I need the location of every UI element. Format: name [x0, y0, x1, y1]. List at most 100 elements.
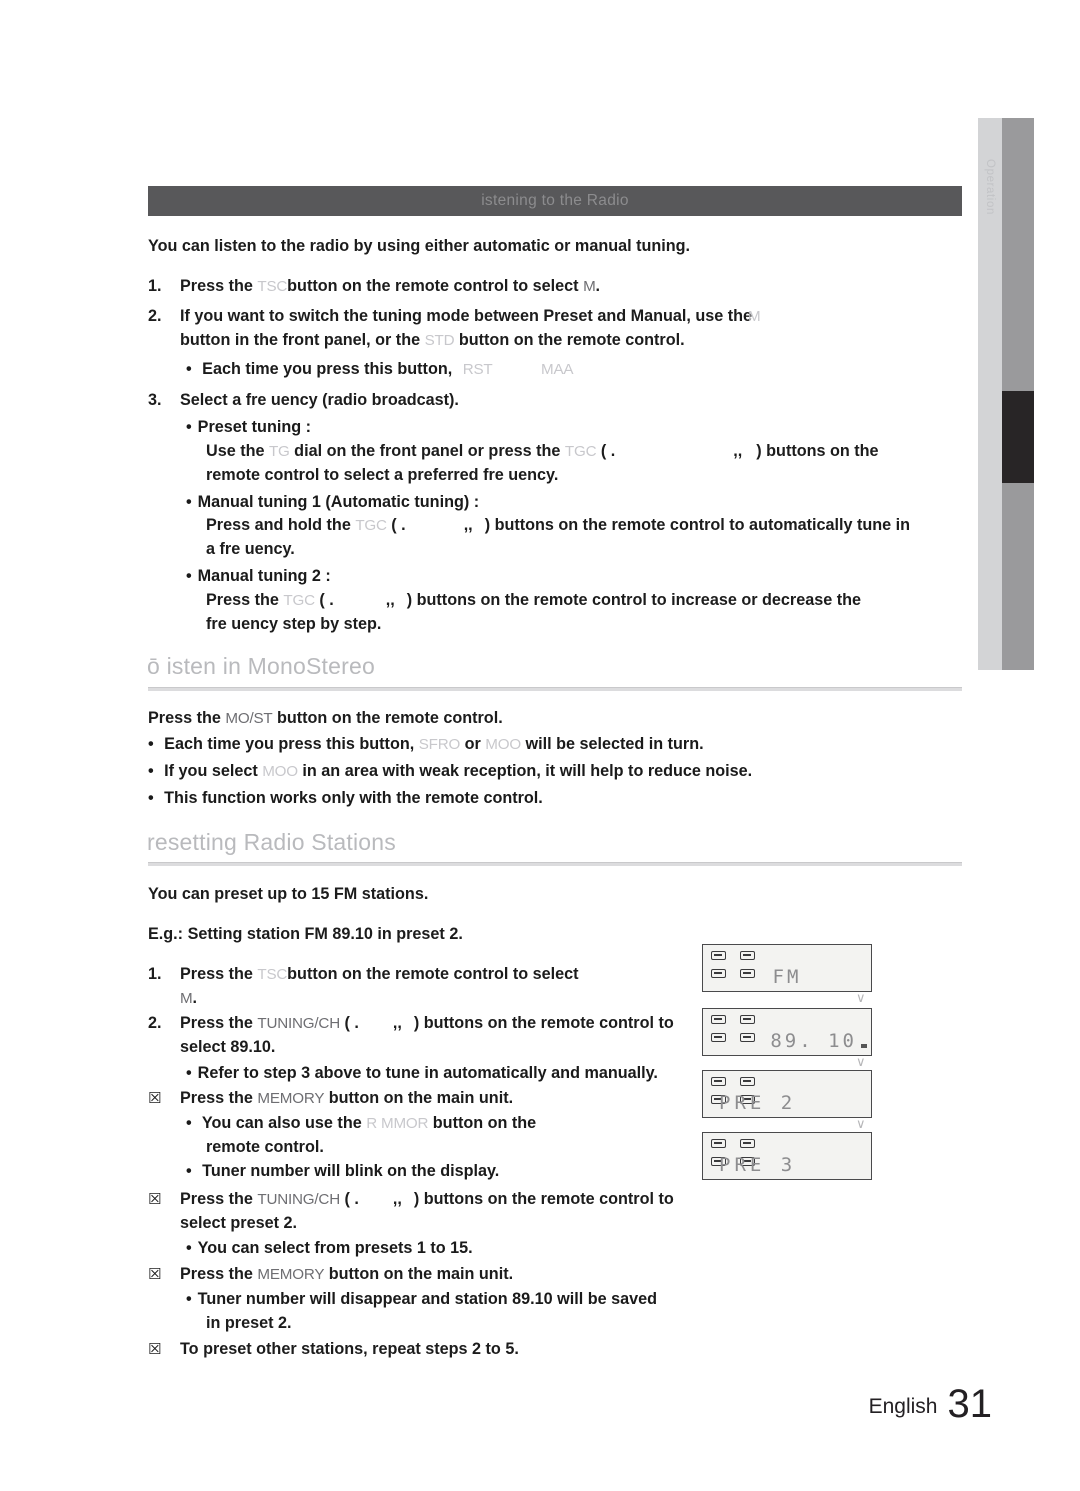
- ps1-a: Press the: [180, 965, 258, 983]
- step-1-ghost-fm: M: [583, 278, 596, 295]
- mono-stereo-rule: [148, 687, 962, 691]
- ps4-a: Press the: [180, 1190, 258, 1208]
- ps3-b1-ghost-remote-memory: R MMOR: [366, 1115, 429, 1132]
- ps3-ghost-memory: MEMORY: [257, 1090, 325, 1107]
- manual-tuning-1-label: Manual tuning 1 (Automatic tuning) :: [186, 493, 479, 512]
- step-1-mid: button on the remote control to select: [287, 277, 584, 295]
- ms-b1-b: or: [460, 735, 486, 753]
- ms-b2-a: If you select: [164, 762, 263, 780]
- ps3-b1-b: button on the: [428, 1114, 537, 1132]
- preset-step-2-bullet: Refer to step 3 above to tune in automat…: [186, 1064, 658, 1083]
- step-2-line2-post: button on the remote control.: [454, 331, 685, 349]
- mt2-c: ,,: [385, 591, 395, 609]
- lcd-value-frequency: 89. 10: [770, 1030, 857, 1052]
- mt2-ghost-tuning-ch: TGC: [283, 592, 315, 609]
- ps5-ghost-memory: MEMORY: [257, 1266, 325, 1283]
- ps3-b2-a: Tuner number will blink on the display.: [202, 1162, 500, 1180]
- lcd-indicator-icon: [711, 1077, 726, 1086]
- preset-tuning-l1-a: Use the: [206, 442, 269, 460]
- step-3-text: Select a fre uency (radio broadcast).: [180, 391, 459, 409]
- ps3-b: button on the main unit.: [324, 1089, 514, 1107]
- preset-step-2-line-2: select 89.10.: [180, 1038, 276, 1056]
- ps4-b: ( .: [339, 1190, 359, 1208]
- preset-tuning-l1-d: ,,: [733, 442, 743, 460]
- preset-step-5-line-1: Press the MEMORY button on the main unit…: [180, 1265, 513, 1284]
- ps5-a: Press the: [180, 1265, 258, 1283]
- ps2-c: ,,: [392, 1014, 402, 1032]
- lcd-display-fm: FM: [702, 944, 872, 992]
- lcd-indicator-icon: [740, 1015, 755, 1024]
- presetting-heading: resetting Radio Stations: [147, 829, 396, 855]
- side-tab: Operation: [978, 118, 1002, 670]
- mt2-b: ( .: [314, 591, 334, 609]
- footer-language: English: [868, 1395, 938, 1418]
- ps3-a: Press the: [180, 1089, 258, 1107]
- preset-step-3-line-1: Press the MEMORY button on the main unit…: [180, 1089, 513, 1108]
- mono-stereo-line-1: Press the MO/ST button on the remote con…: [148, 709, 503, 728]
- manual-tuning-1-line-1: Press and hold the TGC ( .,,) buttons on…: [206, 516, 910, 535]
- mt1-b: ( .: [386, 516, 406, 534]
- preset-step-4-line-2: select preset 2.: [180, 1214, 297, 1232]
- mt1-ghost-tuning-ch: TGC: [355, 517, 387, 534]
- preset-tuning-line-1: Use the TG dial on the front panel or pr…: [206, 442, 879, 461]
- lcd-indicator-icon: [740, 1139, 755, 1148]
- preset-tuning-line-2: remote control to select a preferred fre…: [206, 466, 559, 484]
- lcd-indicator-icon: [711, 951, 726, 960]
- preset-tuning-ghost-tuning-ch: TGC: [564, 443, 597, 460]
- step-1-ghost-function: TSC: [257, 278, 288, 295]
- preset-step-4-bullet: You can select from presets 1 to 15.: [186, 1239, 473, 1258]
- manual-tuning-1-line-2: a fre uency.: [206, 540, 295, 558]
- mono-stereo-bullet-1: Each time you press this button, SFRO or…: [148, 735, 703, 754]
- lcd-indicator-icon: [740, 951, 755, 960]
- step-2-line-2: button in the front panel, or the STD bu…: [180, 331, 685, 350]
- preset-tuning-l1-e: ) buttons on the: [756, 442, 879, 460]
- preset-step-4-number: ☒: [148, 1190, 162, 1208]
- ps4-c: ,,: [392, 1190, 402, 1208]
- presetting-example: E.g.: Setting station FM 89.10 in preset…: [148, 925, 463, 943]
- mt1-d: ) buttons on the remote control to autom…: [484, 516, 911, 534]
- ms-ghost-most: MO/ST: [225, 710, 273, 727]
- ms-a: Press the: [148, 709, 226, 727]
- lcd-value-fm: FM: [772, 966, 802, 988]
- preset-step-1-line-1: Press the TSCbutton on the remote contro…: [180, 965, 579, 984]
- preset-step-2-number: 2.: [148, 1014, 162, 1032]
- mt1-a: Press and hold the: [206, 516, 356, 534]
- step-2-line2-pre: button in the front panel, or the: [180, 331, 425, 349]
- lcd-display-preset-3: PRE 3: [702, 1132, 872, 1180]
- preset-step-4-line-1: Press the TUNING/CH ( .,,) buttons on th…: [180, 1190, 674, 1209]
- step-3-number: 3.: [148, 391, 162, 409]
- section-intro: You can listen to the radio by using eit…: [148, 237, 691, 255]
- mt2-a: Press the: [206, 591, 284, 609]
- ms-b1-a: Each time you press this button,: [164, 735, 419, 753]
- preset-step-5-bullet-line-1: Tuner number will disappear and station …: [186, 1290, 657, 1309]
- footer-page-number: 31: [947, 1382, 993, 1426]
- lcd-value-preset-3: PRE 3: [719, 1154, 797, 1176]
- ms-b: button on the remote control.: [272, 709, 503, 727]
- preset-step-3-bullet-2: Tuner number will blink on the display.: [186, 1162, 499, 1181]
- preset-step-1-line-2: M.: [180, 989, 197, 1008]
- lcd-display-preset-2: PRE 2: [702, 1070, 872, 1118]
- ms-b3-a: This function works only with the remote…: [164, 789, 543, 807]
- step-1-post: .: [595, 277, 601, 295]
- preset-step-6-number: ☒: [148, 1340, 162, 1358]
- lcd-display-frequency: 89. 10: [702, 1008, 872, 1056]
- ms-b1-ghost-mono: MOO: [485, 736, 521, 753]
- step-2-line1-text: If you want to switch the tuning mode be…: [180, 307, 753, 325]
- ps4-d: ) buttons on the remote control to: [413, 1190, 674, 1208]
- section-title-bar: istening to the Radio: [148, 186, 962, 216]
- step-2-bullet-ghost-preset: RST: [462, 361, 493, 378]
- preset-tuning-ghost-tuning-dial: TG: [268, 443, 290, 460]
- preset-step-3-bullet-1: You can also use the R MMOR button on th…: [186, 1114, 536, 1133]
- manual-tuning-2-line-1: Press the TGC ( .,,) buttons on the remo…: [206, 591, 861, 610]
- preset-tuning-l1-c: ( .: [596, 442, 616, 460]
- preset-step-2-line-1: Press the TUNING/CH ( .,,) buttons on th…: [180, 1014, 674, 1033]
- preset-tuning-label: Preset tuning :: [186, 418, 311, 437]
- ms-b1-ghost-stereo: SFRO: [418, 736, 461, 753]
- step-2-ghost-std: STD: [424, 332, 455, 349]
- step-1-number: 1.: [148, 277, 162, 295]
- mono-stereo-bullet-2: If you select MOO in an area with weak r…: [148, 762, 752, 781]
- step-2-number: 2.: [148, 307, 162, 325]
- page-footer: English 31: [869, 1382, 992, 1427]
- ps5-b: button on the main unit.: [324, 1265, 514, 1283]
- lcd-tick-marker: [861, 1044, 867, 1048]
